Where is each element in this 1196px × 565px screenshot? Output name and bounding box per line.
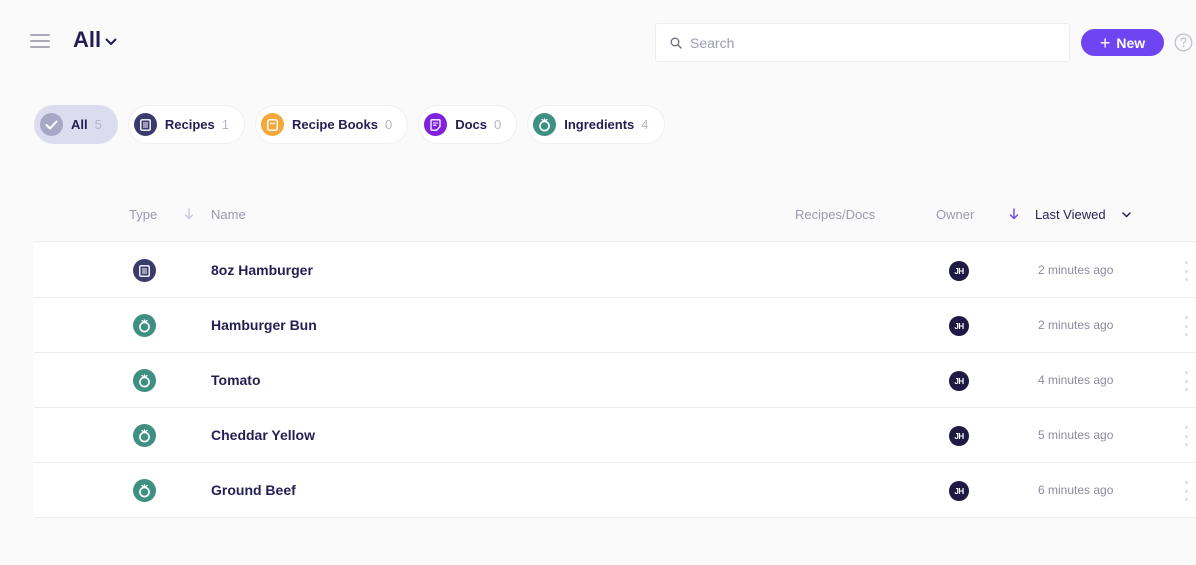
filter-count: 0: [384, 117, 393, 132]
row-name[interactable]: Hamburger Bun: [211, 317, 317, 333]
filter-count: 0: [493, 117, 502, 132]
row-last-viewed: 5 minutes ago: [1038, 428, 1114, 442]
search-box: [655, 23, 1070, 62]
ingredient-icon: [533, 113, 557, 136]
row-name[interactable]: Cheddar Yellow: [211, 427, 315, 443]
filter-label: Docs: [455, 117, 487, 132]
more-options-icon[interactable]: [1183, 481, 1189, 501]
owner-avatar: JH: [949, 481, 969, 501]
filter-count: 1: [221, 117, 229, 132]
filter-label: All: [71, 117, 88, 132]
new-button[interactable]: + New: [1081, 29, 1164, 56]
column-header-last-viewed[interactable]: Last Viewed: [1035, 207, 1106, 222]
filter-ingredients[interactable]: Ingredients 4: [527, 105, 665, 144]
check-icon: [40, 113, 63, 136]
search-icon: [670, 37, 682, 49]
sort-arrow-icon[interactable]: [184, 208, 194, 220]
hamburger-menu-icon[interactable]: [30, 34, 50, 48]
table-row[interactable]: 8oz Hamburger JH 2 minutes ago: [34, 243, 1196, 298]
filter-count: 4: [641, 117, 649, 132]
owner-avatar: JH: [949, 371, 969, 391]
more-options-icon[interactable]: [1183, 371, 1189, 391]
plus-icon: +: [1099, 32, 1111, 53]
table-row[interactable]: Hamburger Bun JH 2 minutes ago: [34, 298, 1196, 353]
view-selector[interactable]: All: [73, 27, 117, 53]
ingredient-icon: [133, 479, 156, 502]
table-header: Type Name Recipes/Docs Owner Last Viewed: [34, 196, 1196, 242]
more-options-icon[interactable]: [1183, 316, 1189, 336]
row-last-viewed: 6 minutes ago: [1038, 483, 1114, 497]
row-last-viewed: 2 minutes ago: [1038, 263, 1114, 277]
column-header-owner[interactable]: Owner: [936, 207, 974, 222]
owner-avatar: JH: [949, 426, 969, 446]
column-header-recipes-docs[interactable]: Recipes/Docs: [795, 207, 875, 222]
table-row[interactable]: Cheddar Yellow JH 5 minutes ago: [34, 408, 1196, 463]
chevron-down-icon[interactable]: [1122, 212, 1131, 218]
filter-count: 5: [94, 117, 102, 132]
row-name[interactable]: 8oz Hamburger: [211, 262, 313, 278]
filter-bar: All 5 Recipes 1 Recipe Books 0 Docs 0 In…: [34, 105, 675, 144]
filter-recipes[interactable]: Recipes 1: [127, 105, 245, 144]
owner-avatar: JH: [949, 316, 969, 336]
table-row[interactable]: Ground Beef JH 6 minutes ago: [34, 463, 1196, 518]
row-last-viewed: 4 minutes ago: [1038, 373, 1114, 387]
filter-all[interactable]: All 5: [34, 105, 118, 144]
table-row[interactable]: Tomato JH 4 minutes ago: [34, 353, 1196, 408]
ingredient-icon: [133, 369, 156, 392]
filter-label: Recipes: [164, 117, 215, 132]
more-options-icon[interactable]: [1183, 426, 1189, 446]
header: All + New: [0, 0, 1196, 86]
recipe-icon: [133, 259, 156, 282]
row-last-viewed: 2 minutes ago: [1038, 318, 1114, 332]
recipe-icon: [133, 113, 157, 136]
column-header-type[interactable]: Type: [129, 207, 157, 222]
ingredient-icon: [133, 314, 156, 337]
more-options-icon[interactable]: [1183, 261, 1189, 281]
chevron-down-icon: [105, 38, 117, 45]
row-name[interactable]: Tomato: [211, 372, 261, 388]
row-name[interactable]: Ground Beef: [211, 482, 296, 498]
new-button-label: New: [1116, 34, 1146, 51]
ingredient-icon: [133, 424, 156, 447]
recipe-book-icon: [260, 113, 284, 136]
column-header-name[interactable]: Name: [211, 207, 246, 222]
page-title: All: [73, 27, 102, 52]
filter-label: Ingredients: [564, 117, 635, 132]
question-circle-icon[interactable]: [1174, 33, 1193, 52]
filter-label: Recipe Books: [291, 117, 378, 132]
sort-arrow-icon[interactable]: [1009, 208, 1019, 220]
filter-docs[interactable]: Docs 0: [418, 105, 518, 144]
filter-recipe-books[interactable]: Recipe Books 0: [254, 105, 409, 144]
doc-icon: [424, 113, 448, 136]
search-input[interactable]: [690, 34, 1050, 51]
owner-avatar: JH: [949, 261, 969, 281]
